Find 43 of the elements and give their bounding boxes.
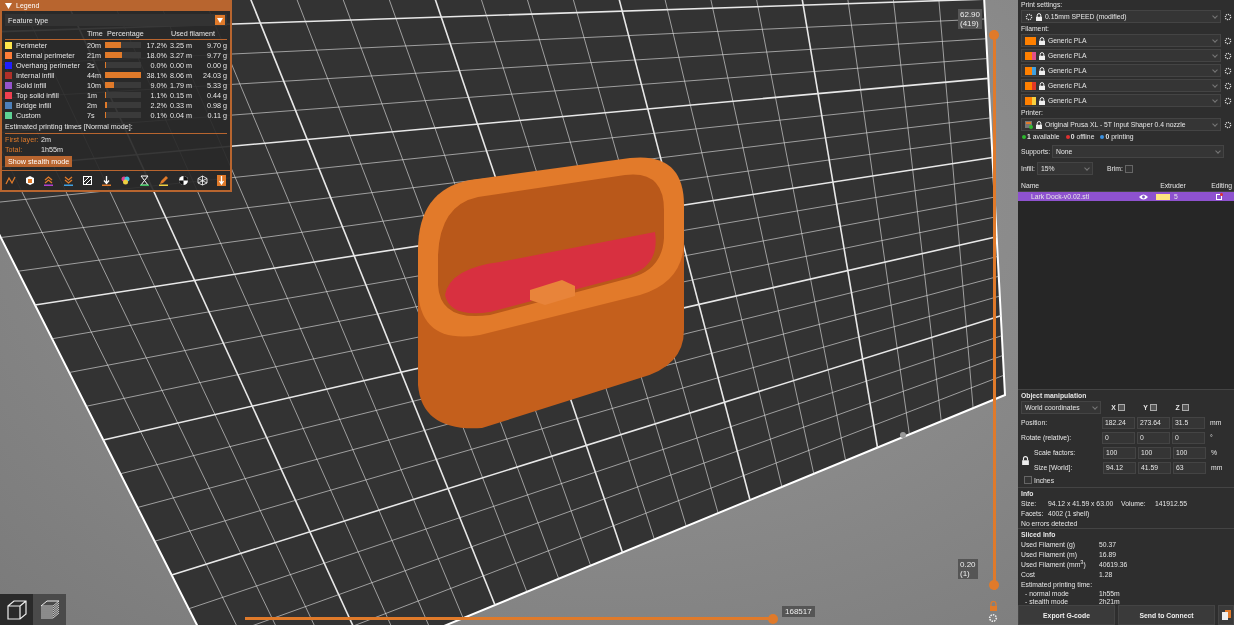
settings-icon[interactable] [1224,120,1232,129]
hatched-square-icon[interactable] [81,175,93,186]
arrow-icon[interactable] [215,175,227,186]
reset-axis-icon[interactable] [1181,404,1189,411]
lock-icon [1039,66,1045,75]
lock-icon [1036,12,1042,21]
lock-icon [1039,81,1045,90]
collapse-sidebar-button[interactable] [1218,605,1234,625]
move-position-label: 168517 [782,606,815,617]
dropdown-icon[interactable] [215,15,225,25]
lock-icon [1039,96,1045,105]
layer-height-label: 0.20 (1) [958,559,978,579]
eye-icon[interactable] [1139,193,1148,200]
down-chevron-icon[interactable] [62,175,74,186]
zigzag-icon[interactable] [5,175,16,186]
layer-slider-handle[interactable] [988,30,999,40]
settings-icon[interactable] [1224,12,1232,21]
printer-icon [1025,120,1033,129]
edit-icon[interactable] [1216,193,1223,200]
move-slider-handle[interactable] [768,613,778,624]
layer-height-label: 62.90 (419) [958,9,983,29]
collapse-icon[interactable] [5,2,12,9]
layer-slider-handle[interactable] [988,580,999,590]
lock-icon [1039,36,1045,45]
lock-icon[interactable] [1022,455,1029,465]
pencil-icon[interactable] [158,175,170,186]
up-chevron-icon[interactable] [43,175,55,186]
layer-slider[interactable] [988,30,999,590]
lock-icon [1039,51,1045,60]
brim-checkbox[interactable] [1124,164,1133,173]
color-dots-icon[interactable] [120,175,132,186]
inches-checkbox[interactable] [1024,476,1032,484]
checkered-circle-icon[interactable] [177,175,189,186]
reset-axis-icon[interactable] [1117,404,1125,411]
print-object-drawing[interactable] [418,157,684,429]
down-arrow-icon[interactable] [100,175,112,186]
settings-icon [1025,12,1033,21]
hourglass-icon[interactable] [139,175,151,186]
wireframe-icon[interactable] [196,175,208,186]
lock-icon [1036,120,1042,129]
reset-axis-icon[interactable] [1149,404,1157,411]
preview-button[interactable] [33,594,66,625]
pages-icon [1221,610,1231,620]
